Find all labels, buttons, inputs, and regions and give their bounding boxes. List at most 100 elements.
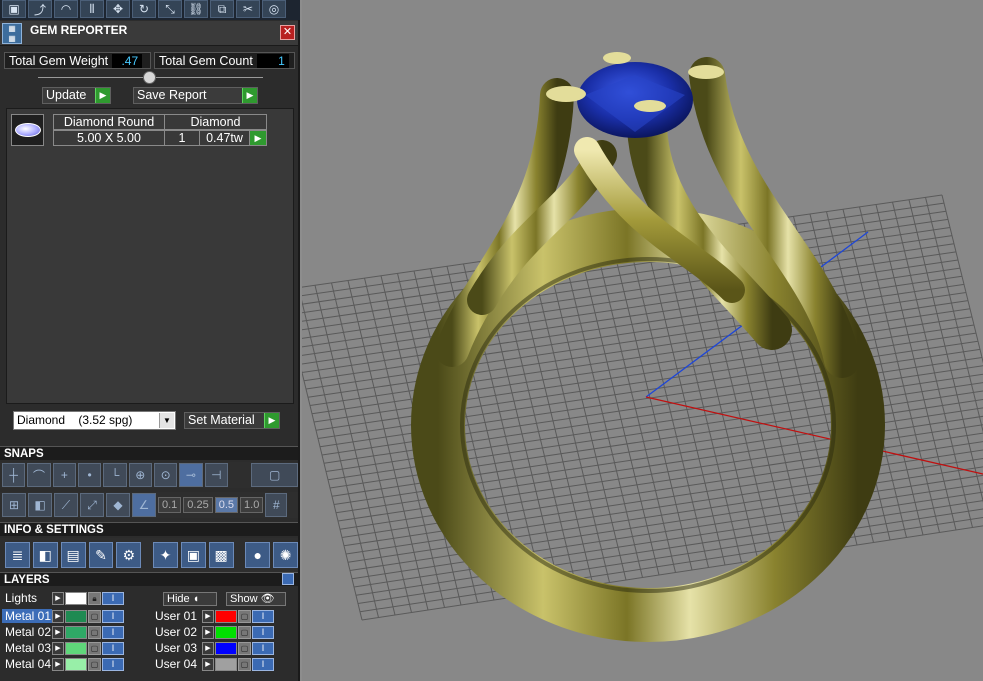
layer-row-user-01[interactable]: User 01 ▶ ▢ I <box>152 609 274 623</box>
show-button[interactable]: Show 👁︎ <box>226 592 286 606</box>
layer-row-metal-04[interactable]: Metal 04 ▶ ▢ I <box>2 657 124 671</box>
lock-icon[interactable]: ▢ <box>238 609 251 623</box>
lights-layer[interactable]: Lights ▶ 🔒︎ I <box>2 591 124 605</box>
snap-corner-icon[interactable]: └ <box>103 463 127 487</box>
expand-arrow-icon[interactable]: ▶ <box>52 657 64 671</box>
expand-arrow-icon[interactable]: ▶ <box>52 641 64 655</box>
lock-icon[interactable]: ▢ <box>238 625 251 639</box>
lock-icon[interactable]: ▢ <box>88 609 101 623</box>
snap-angle-icon[interactable]: ∠ <box>132 493 156 517</box>
visibility-icon[interactable]: I <box>252 625 274 639</box>
layer-color-swatch[interactable] <box>215 625 237 639</box>
layer-color-swatch[interactable] <box>215 609 237 623</box>
environment-icon[interactable]: ✺ <box>273 542 299 568</box>
lock-icon[interactable]: ▢ <box>238 657 251 671</box>
snap-curve-icon[interactable]: ⌒ <box>27 463 51 487</box>
report-slider-handle[interactable] <box>143 71 156 84</box>
layer-color-swatch[interactable] <box>65 591 87 605</box>
edit-notes-icon[interactable]: ✎ <box>88 542 114 568</box>
arc-tool-icon[interactable]: ◠ <box>54 0 78 18</box>
snap-view-icon[interactable]: ▢ <box>251 463 298 487</box>
layer-color-swatch[interactable] <box>65 657 87 671</box>
render-window-icon[interactable]: ▣ <box>180 542 206 568</box>
3d-viewport[interactable] <box>302 0 983 681</box>
snap-measure-icon[interactable]: ⤢ <box>80 493 104 517</box>
light-settings-icon[interactable]: ✦ <box>153 542 178 568</box>
snap-value-0[interactable]: 0.1 <box>158 497 182 513</box>
gem-row-play-icon[interactable]: ▶ <box>249 130 267 146</box>
visibility-icon[interactable]: I <box>102 641 124 655</box>
visibility-icon[interactable]: I <box>102 609 124 623</box>
snap-grid-toggle-icon[interactable]: # <box>265 493 288 517</box>
snap-value-2[interactable]: 0.5 <box>214 497 239 513</box>
visibility-icon[interactable]: I <box>102 657 124 671</box>
snap-value-1[interactable]: 0.25 <box>183 497 213 513</box>
layer-color-swatch[interactable] <box>65 625 87 639</box>
expand-arrow-icon[interactable]: ▶ <box>202 657 214 671</box>
snap-point-icon[interactable]: • <box>77 463 102 487</box>
layer-color-swatch[interactable] <box>65 609 87 623</box>
expand-arrow-icon[interactable]: ▶ <box>52 591 64 605</box>
visibility-icon[interactable]: I <box>102 591 124 605</box>
collapse-icon[interactable] <box>282 573 294 585</box>
rotate-tool-icon[interactable]: ↻ <box>132 0 156 18</box>
visibility-icon[interactable]: I <box>252 657 274 671</box>
layers-stack-icon[interactable]: ≣ <box>5 542 30 568</box>
layer-row-metal-02[interactable]: Metal 02 ▶ ▢ I <box>2 625 124 639</box>
link-tool-icon[interactable]: ⛓ <box>184 0 208 18</box>
layer-color-swatch[interactable] <box>215 641 237 655</box>
sphere-material-icon[interactable]: ● <box>245 542 271 568</box>
lock-icon[interactable]: ▢ <box>88 641 101 655</box>
save-report-button[interactable]: Save Report ▶ <box>133 87 258 104</box>
scale-tool-icon[interactable]: ⤡ <box>158 0 182 18</box>
set-material-button[interactable]: Set Material ▶ <box>184 412 280 429</box>
gem-count: 1 <box>164 130 200 146</box>
lock-icon[interactable]: ▢ <box>88 657 101 671</box>
snap-center-icon[interactable]: ⊕ <box>128 463 152 487</box>
box-tool-icon[interactable]: ▣ <box>2 0 26 18</box>
visibility-icon[interactable]: I <box>102 625 124 639</box>
lock-icon[interactable]: 🔒︎ <box>88 591 101 605</box>
layer-row-user-02[interactable]: User 02 ▶ ▢ I <box>152 625 274 639</box>
snap-grid-icon[interactable]: ┼ <box>2 463 26 487</box>
round-gem-icon[interactable] <box>11 114 44 146</box>
expand-arrow-icon[interactable]: ▶ <box>52 609 64 623</box>
copy-tool-icon[interactable]: ⧉ <box>210 0 234 18</box>
layer-row-user-03[interactable]: User 03 ▶ ▢ I <box>152 641 274 655</box>
expand-arrow-icon[interactable]: ▶ <box>202 609 214 623</box>
material-select[interactable]: Diamond (3.52 spg) ▼ <box>13 411 176 430</box>
snap-cube-icon[interactable]: ◧ <box>28 493 52 517</box>
expand-arrow-icon[interactable]: ▶ <box>202 625 214 639</box>
layer-row-metal-03[interactable]: Metal 03 ▶ ▢ I <box>2 641 124 655</box>
move-tool-icon[interactable]: ✥ <box>106 0 130 18</box>
visibility-icon[interactable]: I <box>252 641 274 655</box>
layer-row-metal-01[interactable]: Metal 01 ▶ ▢ I <box>2 609 124 623</box>
curve-tool-icon[interactable]: ⤴ <box>28 0 52 18</box>
settings-box-icon[interactable]: ⚙ <box>116 542 142 568</box>
expand-arrow-icon[interactable]: ▶ <box>52 625 64 639</box>
update-button[interactable]: Update ▶ <box>42 87 111 104</box>
lock-icon[interactable]: ▢ <box>88 625 101 639</box>
layer-row-user-04[interactable]: User 04 ▶ ▢ I <box>152 657 274 671</box>
cube-info-icon[interactable]: ◧ <box>32 542 58 568</box>
layer-color-swatch[interactable] <box>65 641 87 655</box>
hide-button[interactable]: Hide ◖ <box>163 592 217 606</box>
visibility-icon[interactable]: I <box>252 609 274 623</box>
snap-circle-icon[interactable]: ⊙ <box>153 463 178 487</box>
snap-tangent-icon[interactable]: ⊣ <box>204 463 228 487</box>
render-compare-icon[interactable]: ▩ <box>208 542 234 568</box>
mirror-tool-icon[interactable]: ⫴ <box>80 0 104 18</box>
layer-color-swatch[interactable] <box>215 657 237 671</box>
cut-tool-icon[interactable]: ✂ <box>236 0 260 18</box>
snap-diamond-icon[interactable]: ◆ <box>106 493 130 517</box>
snap-line-icon[interactable]: ⊸ <box>179 463 203 487</box>
lock-icon[interactable]: ▢ <box>238 641 251 655</box>
snap-cross-icon[interactable]: + <box>52 463 76 487</box>
close-icon[interactable]: ✕ <box>280 25 295 40</box>
expand-arrow-icon[interactable]: ▶ <box>202 641 214 655</box>
snap-value-3[interactable]: 1.0 <box>240 497 264 513</box>
globe-tool-icon[interactable]: ◎ <box>262 0 286 18</box>
snap-box-icon[interactable]: ⊞ <box>2 493 26 517</box>
snap-pen-icon[interactable]: ⟋ <box>54 493 78 517</box>
document-icon[interactable]: ▤ <box>60 542 86 568</box>
